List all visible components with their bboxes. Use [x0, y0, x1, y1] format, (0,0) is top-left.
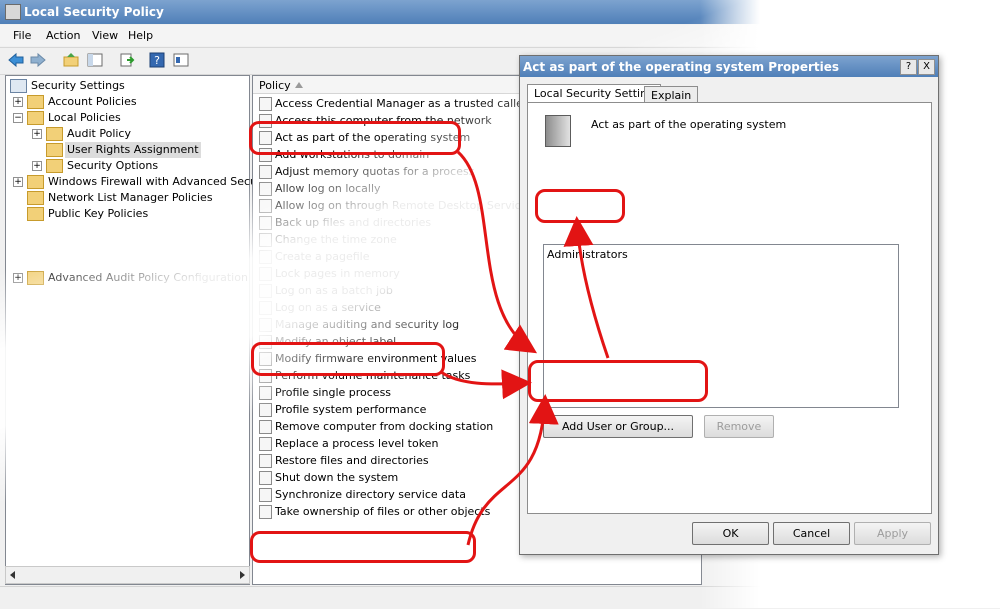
policy-icon	[259, 233, 272, 247]
policy-row-label: Access Credential Manager as a trusted c…	[275, 97, 528, 110]
folder-icon	[46, 159, 63, 173]
properties-icon[interactable]	[172, 51, 190, 69]
policy-icon	[259, 488, 272, 502]
policy-icon	[259, 471, 272, 485]
policy-row-label: Take ownership of files or other objects	[275, 505, 491, 518]
policy-row-label: Adjust memory quotas for a process	[275, 165, 475, 178]
folder-icon	[27, 111, 44, 125]
server-icon	[545, 115, 571, 147]
expand-icon[interactable]: +	[13, 177, 23, 187]
policy-row-label: Restore files and directories	[275, 454, 429, 467]
policy-icon	[259, 250, 272, 264]
menu-action[interactable]: Action	[46, 29, 80, 42]
policy-row-label: Remove computer from docking station	[275, 420, 494, 433]
menu-help[interactable]: Help	[128, 29, 153, 42]
ok-button[interactable]: OK	[692, 522, 769, 545]
expand-icon[interactable]: +	[32, 161, 42, 171]
policy-row-label: Profile system performance	[275, 403, 427, 416]
folder-icon	[27, 95, 44, 109]
policy-icon	[259, 301, 272, 315]
account-item[interactable]: Administrators	[547, 248, 628, 261]
sort-up-icon	[295, 82, 303, 88]
cancel-button[interactable]: Cancel	[773, 522, 850, 545]
help-icon[interactable]: ?	[148, 51, 166, 69]
window-title: Local Security Policy	[24, 5, 164, 19]
policy-icon	[259, 199, 272, 213]
callout-act-as-os	[249, 121, 461, 155]
policy-row-label: Back up files and directories	[275, 216, 432, 229]
dialog-help-button[interactable]: ?	[900, 59, 917, 75]
policy-row-label: Change the time zone	[275, 233, 397, 246]
policy-row-label: Manage auditing and security log	[275, 318, 460, 331]
policy-row-label: Lock pages in memory	[275, 267, 400, 280]
show-hide-tree-icon[interactable]	[86, 51, 104, 69]
policy-icon	[259, 267, 272, 281]
policy-row-label: Synchronize directory service data	[275, 488, 466, 501]
window-titlebar: Local Security Policy	[0, 0, 1000, 24]
policy-name: Act as part of the operating system	[591, 118, 787, 131]
collapse-icon[interactable]: −	[13, 113, 23, 123]
menubar: File Action View Help	[0, 25, 1000, 46]
folder-icon	[27, 191, 44, 205]
expand-icon[interactable]: +	[13, 273, 23, 283]
status-bar	[0, 586, 1000, 609]
forward-arrow-icon[interactable]	[29, 51, 47, 69]
folder-icon	[46, 127, 63, 141]
policy-icon	[259, 318, 272, 332]
scroll-left-icon[interactable]	[7, 569, 19, 581]
expand-icon[interactable]: +	[13, 97, 23, 107]
menu-view[interactable]: View	[92, 29, 118, 42]
callout-manage-auditing	[251, 342, 445, 376]
folder-icon	[27, 207, 44, 221]
policy-row-label: Create a pagefile	[275, 250, 370, 263]
tab-local-security-setting[interactable]: Local Security Setting	[527, 84, 662, 104]
callout-add-user-button	[528, 360, 708, 402]
policy-icon	[259, 454, 272, 468]
policy-icon	[259, 216, 272, 230]
console-tree: Security Settings + Account Policies − L…	[5, 75, 275, 585]
policy-icon	[259, 284, 272, 298]
tab-panel: Act as part of the operating system Admi…	[527, 102, 932, 514]
svg-text:?: ?	[154, 54, 160, 67]
folder-icon	[46, 143, 63, 157]
policy-row-label: Log on as a batch job	[275, 284, 393, 297]
policy-row-label: Allow log on locally	[275, 182, 381, 195]
menu-file[interactable]: File	[13, 29, 31, 42]
policy-icon	[259, 437, 272, 451]
folder-icon	[27, 175, 44, 189]
callout-take-ownership	[250, 531, 476, 563]
policy-icon	[259, 182, 272, 196]
policy-icon	[259, 165, 272, 179]
policy-icon	[259, 403, 272, 417]
expand-icon[interactable]: +	[32, 129, 42, 139]
security-settings-icon	[10, 79, 27, 93]
apply-button[interactable]: Apply	[854, 522, 931, 545]
remove-button[interactable]: Remove	[704, 415, 774, 438]
dialog-titlebar: Act as part of the operating system Prop…	[520, 56, 938, 77]
scroll-right-icon[interactable]	[236, 569, 248, 581]
back-arrow-icon[interactable]	[7, 51, 25, 69]
policy-row-label: Profile single process	[275, 386, 392, 399]
policy-row-label: Replace a process level token	[275, 437, 439, 450]
add-user-or-group-button[interactable]: Add User or Group...	[543, 415, 693, 438]
folder-icon	[27, 271, 44, 285]
policy-icon	[259, 386, 272, 400]
dialog-close-button[interactable]: X	[918, 59, 935, 75]
policy-icon	[259, 420, 272, 434]
up-folder-icon[interactable]	[62, 51, 80, 69]
policy-row-label: Allow log on through Remote Desktop Serv…	[275, 199, 534, 212]
policy-row-label: Log on as a service	[275, 301, 381, 314]
export-list-icon[interactable]	[118, 51, 136, 69]
dialog-title: Act as part of the operating system Prop…	[523, 60, 840, 74]
callout-administrators	[535, 189, 625, 223]
properties-dialog: Act as part of the operating system Prop…	[519, 55, 939, 555]
tree-horizontal-scrollbar[interactable]	[5, 566, 250, 584]
policy-icon	[259, 97, 272, 111]
policy-icon	[259, 505, 272, 519]
security-policy-icon	[5, 4, 21, 20]
policy-row-label: Shut down the system	[275, 471, 399, 484]
